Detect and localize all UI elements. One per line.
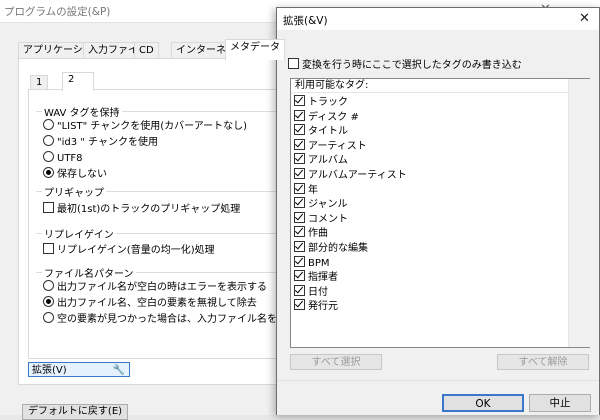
- radio-selected-icon: [43, 296, 54, 307]
- tag-item-album-artist[interactable]: アルバムアーティスト: [294, 168, 407, 183]
- close-icon[interactable]: ✕: [579, 11, 590, 26]
- pregap-group-label: プリギャップ: [42, 184, 106, 199]
- extension-button[interactable]: 拡張(V) 🔧: [28, 362, 130, 377]
- radio-icon: [43, 312, 54, 323]
- radio-icon: [43, 280, 54, 291]
- checkbox-checked-icon: [294, 211, 305, 223]
- wrench-icon: 🔧: [112, 365, 125, 376]
- tag-item-genre[interactable]: ジャンル: [294, 197, 348, 212]
- filename-option-error[interactable]: 出力ファイル名が空白の時はエラーを表示する: [43, 280, 267, 294]
- checkbox-icon: [43, 202, 54, 213]
- tag-item-publisher[interactable]: 発行元: [294, 299, 338, 314]
- settings-title: プログラムの設定(&P): [4, 6, 111, 18]
- dialog-titlebar: 拡張(&V) ✕: [277, 8, 599, 30]
- tab-metadata[interactable]: メタデータ: [225, 39, 285, 60]
- tag-item-year[interactable]: 年: [294, 182, 318, 198]
- tag-item-partial-edit[interactable]: 部分的な編集: [294, 241, 368, 256]
- wav-option-utf8[interactable]: UTF8: [43, 151, 83, 165]
- tag-listbox[interactable]: 利用可能なタグ: トラック ディスク # タイトル アーティスト アルバム アル…: [290, 78, 590, 348]
- tag-item-conductor[interactable]: 指揮者: [294, 270, 338, 285]
- tag-item-track[interactable]: トラック: [294, 95, 348, 110]
- ok-button[interactable]: OK: [442, 394, 524, 412]
- checkbox-icon: [288, 58, 299, 69]
- wav-option-list[interactable]: "LIST" チャンクを使用(カバーアートなし): [43, 119, 247, 133]
- replaygain-group-label: リプレイゲイン: [42, 226, 116, 241]
- wav-group-label: WAV タグを保持: [42, 104, 122, 119]
- list-scroll-area: [568, 79, 590, 347]
- tag-item-date[interactable]: 日付: [294, 284, 328, 300]
- tag-item-artist[interactable]: アーティスト: [294, 138, 367, 154]
- write-selected-tags-checkbox[interactable]: 変換を行う時にここで選択したタグのみ書き込む: [288, 58, 522, 72]
- checkbox-checked-icon: [294, 284, 305, 296]
- filename-group-label: ファイル名パターン: [42, 265, 136, 280]
- checkbox-checked-icon: [294, 255, 305, 267]
- filename-option-ignore[interactable]: 出力ファイル名、空白の要素を無視して除去: [43, 296, 257, 310]
- checkbox-checked-icon: [294, 270, 305, 282]
- wav-option-id3[interactable]: "id3 " チャンクを使用: [43, 135, 158, 149]
- tab-cd[interactable]: CD: [134, 42, 159, 59]
- select-all-button[interactable]: すべて選択: [290, 354, 382, 370]
- checkbox-checked-icon: [294, 168, 305, 179]
- tag-item-composer[interactable]: 作曲: [294, 226, 328, 241]
- list-header: 利用可能なタグ:: [291, 79, 568, 93]
- radio-icon: [43, 135, 54, 146]
- restore-defaults-button[interactable]: デフォルトに戻す(E): [22, 404, 128, 420]
- dialog-title: 拡張(&V): [283, 15, 328, 27]
- tag-item-comment[interactable]: コメント: [294, 211, 348, 227]
- checkbox-checked-icon: [294, 153, 305, 165]
- checkbox-checked-icon: [294, 299, 305, 311]
- extension-dialog: 拡張(&V) ✕ 変換を行う時にここで選択したタグのみ書き込む 利用可能なタグ:…: [276, 7, 600, 415]
- checkbox-checked-icon: [294, 124, 305, 136]
- checkbox-checked-icon: [294, 182, 305, 194]
- checkbox-checked-icon: [294, 241, 305, 252]
- pregap-checkbox[interactable]: 最初(1st)のトラックのプリギャップ処理: [43, 202, 240, 216]
- radio-icon: [43, 151, 54, 162]
- deselect-all-button[interactable]: すべて解除: [497, 354, 589, 370]
- checkbox-checked-icon: [294, 226, 305, 238]
- replaygain-checkbox[interactable]: リプレイゲイン(音量の均一化)処理: [43, 243, 215, 257]
- tag-item-album[interactable]: アルバム: [294, 153, 348, 168]
- checkbox-icon: [43, 243, 54, 254]
- checkbox-checked-icon: [294, 138, 305, 150]
- radio-icon: [43, 119, 54, 130]
- checkbox-checked-icon: [294, 197, 305, 209]
- checkbox-checked-icon: [294, 109, 305, 121]
- radio-selected-icon: [43, 167, 54, 178]
- tag-item-bpm[interactable]: BPM: [294, 255, 330, 271]
- subtab-2[interactable]: 2: [62, 72, 94, 91]
- tag-item-title[interactable]: タイトル: [294, 124, 348, 139]
- subtab-1[interactable]: 1: [30, 75, 49, 90]
- wav-option-none[interactable]: 保存しない: [43, 167, 107, 181]
- dialog-footer: OK 中止: [277, 380, 599, 415]
- checkbox-checked-icon: [294, 95, 305, 106]
- tag-item-disc[interactable]: ディスク #: [294, 109, 359, 125]
- cancel-button[interactable]: 中止: [529, 394, 591, 412]
